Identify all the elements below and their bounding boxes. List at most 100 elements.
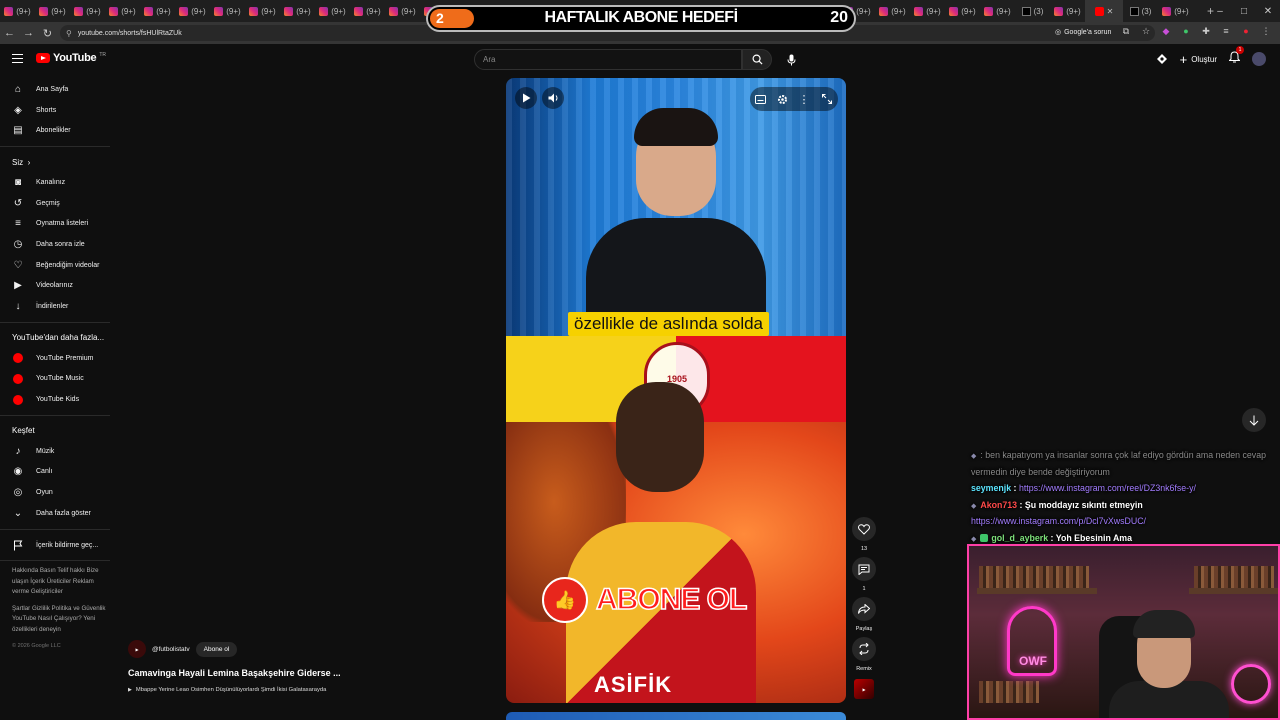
forward-icon[interactable]: → — [19, 22, 38, 44]
settings-button[interactable] — [773, 90, 791, 108]
browser-tab[interactable]: (9+) — [105, 0, 140, 22]
footer-links-secondary[interactable]: Şartlar Gizlilik Politika ve Güvenlik Yo… — [0, 604, 110, 636]
browser-tab[interactable]: (9+) — [945, 0, 980, 22]
create-button[interactable]: + Oluştur — [1180, 52, 1217, 67]
chat-link[interactable]: https://www.instagram.com/p/Dcl7vXwsDUC/ — [971, 516, 1146, 526]
related-video-link[interactable]: ▶ Mbappe Yerine Leao Osimhen Düşünülüyor… — [128, 687, 398, 693]
cast-icon[interactable]: ⧉ — [1120, 25, 1132, 37]
sidebar-item-ana-sayfa[interactable]: ⌂ Ana Sayfa — [0, 79, 122, 100]
browser-tab[interactable]: (9+) — [70, 0, 105, 22]
like-button[interactable] — [852, 517, 876, 541]
sidebar-item-youtube-music[interactable]: YouTube Music — [0, 369, 122, 390]
google-ask-button[interactable]: ◎ Google'a sorun — [1055, 24, 1111, 40]
fullscreen-button[interactable] — [818, 90, 836, 108]
browser-tab[interactable]: (9+) — [245, 0, 280, 22]
sidebar-item-label: Daha fazla göster — [36, 509, 91, 517]
next-short-button[interactable] — [1242, 408, 1266, 432]
close-tab-icon[interactable]: ✕ — [1107, 7, 1114, 16]
captions-button[interactable] — [751, 90, 769, 108]
bookmark-star-icon[interactable]: ☆ — [1140, 25, 1152, 37]
sidebar-item-youtube-kids[interactable]: YouTube Kids — [0, 389, 122, 410]
browser-tab[interactable]: (3) — [1015, 0, 1050, 22]
back-icon[interactable]: ← — [0, 22, 19, 44]
browser-tab[interactable]: (9+) — [140, 0, 175, 22]
channel-handle[interactable]: @futbolistatv — [152, 646, 190, 653]
sidebar-you-heading[interactable]: Siz › — [0, 152, 122, 172]
extension-green-icon[interactable]: ● — [1180, 25, 1192, 37]
site-info-icon[interactable]: ⚲ — [66, 29, 72, 38]
search-input[interactable]: Ara — [474, 49, 742, 70]
sidebar-item-daha-sonra-izle[interactable]: ◷ Daha sonra izle — [0, 234, 122, 255]
menu-icon[interactable] — [12, 54, 23, 63]
mute-button[interactable] — [542, 87, 564, 109]
browser-tab[interactable]: (9+) — [1050, 0, 1085, 22]
browser-tab[interactable]: (9+) — [385, 0, 420, 22]
puzzle-icon[interactable]: ✚ — [1200, 25, 1212, 37]
browser-tab[interactable]: (3) — [1123, 0, 1158, 22]
account-avatar[interactable] — [1252, 52, 1266, 66]
google-ask-label: Google'a sorun — [1064, 28, 1112, 36]
search-button[interactable] — [742, 49, 772, 70]
browser-tab[interactable]: (9+) — [0, 0, 35, 22]
video-title[interactable]: Camavinga Hayali Lemina Başakşehire Gide… — [128, 668, 398, 678]
sidebar-item-oynatma-listeleri[interactable]: ≡ Oynatma listeleri — [0, 213, 122, 234]
voice-search-button[interactable] — [781, 49, 802, 70]
copyright: © 2026 Google LLC — [12, 643, 61, 650]
profile-icon[interactable]: ● — [1240, 25, 1252, 37]
sidebar-item-youtube-premium[interactable]: YouTube Premium — [0, 348, 122, 369]
browser-tab[interactable]: (9+) — [35, 0, 70, 22]
sidebar-item-canlı[interactable]: ◉ Canlı — [0, 462, 122, 483]
more-options-button[interactable]: ⋮ — [795, 90, 813, 108]
video-bottom-frame: 👍 ABONE OL ASİFİK — [506, 370, 846, 703]
browser-tab[interactable]: (9+) — [315, 0, 350, 22]
sidebar-item-abonelikler[interactable]: ▤ Abonelikler — [0, 120, 122, 141]
chat-link[interactable]: https://www.instagram.com/reel/DZ3nk6fse… — [1019, 483, 1196, 493]
browser-tab[interactable]: ✕ — [1085, 0, 1123, 22]
browser-tab[interactable]: (9+) — [875, 0, 910, 22]
browser-tab[interactable]: (9+) — [910, 0, 945, 22]
shorts-video-player[interactable]: 1905 👍 ABONE OL ASİFİK özellikle de aslı… — [506, 78, 846, 703]
browser-tab[interactable]: (9+) — [210, 0, 245, 22]
sidebar-item-kanalınız[interactable]: ◙ Kanalınız — [0, 172, 122, 193]
minimize-icon[interactable]: – — [1208, 0, 1232, 22]
reload-icon[interactable]: ↻ — [38, 22, 57, 44]
channel-avatar[interactable]: ▶ — [128, 640, 146, 658]
sidebar-item-videolarınız[interactable]: ▶ Videolarınız — [0, 276, 122, 297]
reading-list-icon[interactable]: ≡ — [1220, 25, 1232, 37]
chat-separator: : — [1011, 483, 1019, 493]
next-short-preview[interactable] — [506, 712, 846, 720]
footer-links-primary[interactable]: Hakkında Basın Telif hakkı Bize ulaşın İ… — [0, 566, 110, 598]
comments-button[interactable] — [852, 557, 876, 581]
sidebar-item-i-ndirilenler[interactable]: ↓ İndirilenler — [0, 296, 122, 317]
browser-tab[interactable]: (9+) — [1158, 0, 1193, 22]
sidebar-divider — [0, 528, 110, 530]
instagram-favicon-icon — [179, 6, 189, 16]
browser-menu-icon[interactable]: ⋮ — [1260, 25, 1272, 37]
gear-icon — [777, 94, 787, 104]
sidebar-item-report[interactable]: İçerik bildirme geç... — [0, 535, 122, 556]
browser-tab[interactable]: (9+) — [175, 0, 210, 22]
notifications-button[interactable]: 1 — [1228, 46, 1244, 68]
browser-tab[interactable]: (9+) — [980, 0, 1015, 22]
chat-username: seymenjk — [971, 483, 1012, 493]
instagram-favicon-icon — [949, 6, 959, 16]
close-window-icon[interactable]: ✕ — [1256, 0, 1280, 22]
sidebar-item-müzik[interactable]: ♪ Müzik — [0, 441, 122, 462]
extension-icon[interactable]: ◆ — [1160, 25, 1172, 37]
studio-icon[interactable] — [1156, 53, 1168, 65]
browser-tab[interactable]: (9+) — [350, 0, 385, 22]
share-button[interactable] — [852, 597, 876, 621]
youtube-logo[interactable]: YouTube TR — [36, 52, 106, 64]
sidebar-item-shorts[interactable]: ◈ Shorts — [0, 100, 122, 121]
sidebar-item-daha-fazla-göster[interactable]: ⌄ Daha fazla göster — [0, 503, 122, 524]
subscribe-button[interactable]: Abone ol — [195, 641, 238, 657]
history-icon: ↺ — [13, 197, 23, 209]
audio-source-thumbnail[interactable]: ▶ — [854, 679, 874, 699]
sidebar-item-beğendiğim-videolar[interactable]: ♡ Beğendiğim videolar — [0, 255, 122, 276]
maximize-icon[interactable]: □ — [1232, 0, 1256, 22]
sidebar-item-geçmiş[interactable]: ↺ Geçmiş — [0, 193, 122, 214]
play-button[interactable] — [515, 87, 537, 109]
remix-button[interactable] — [852, 637, 876, 661]
sidebar-item-oyun[interactable]: ◎ Oyun — [0, 482, 122, 503]
browser-tab[interactable]: (9+) — [280, 0, 315, 22]
